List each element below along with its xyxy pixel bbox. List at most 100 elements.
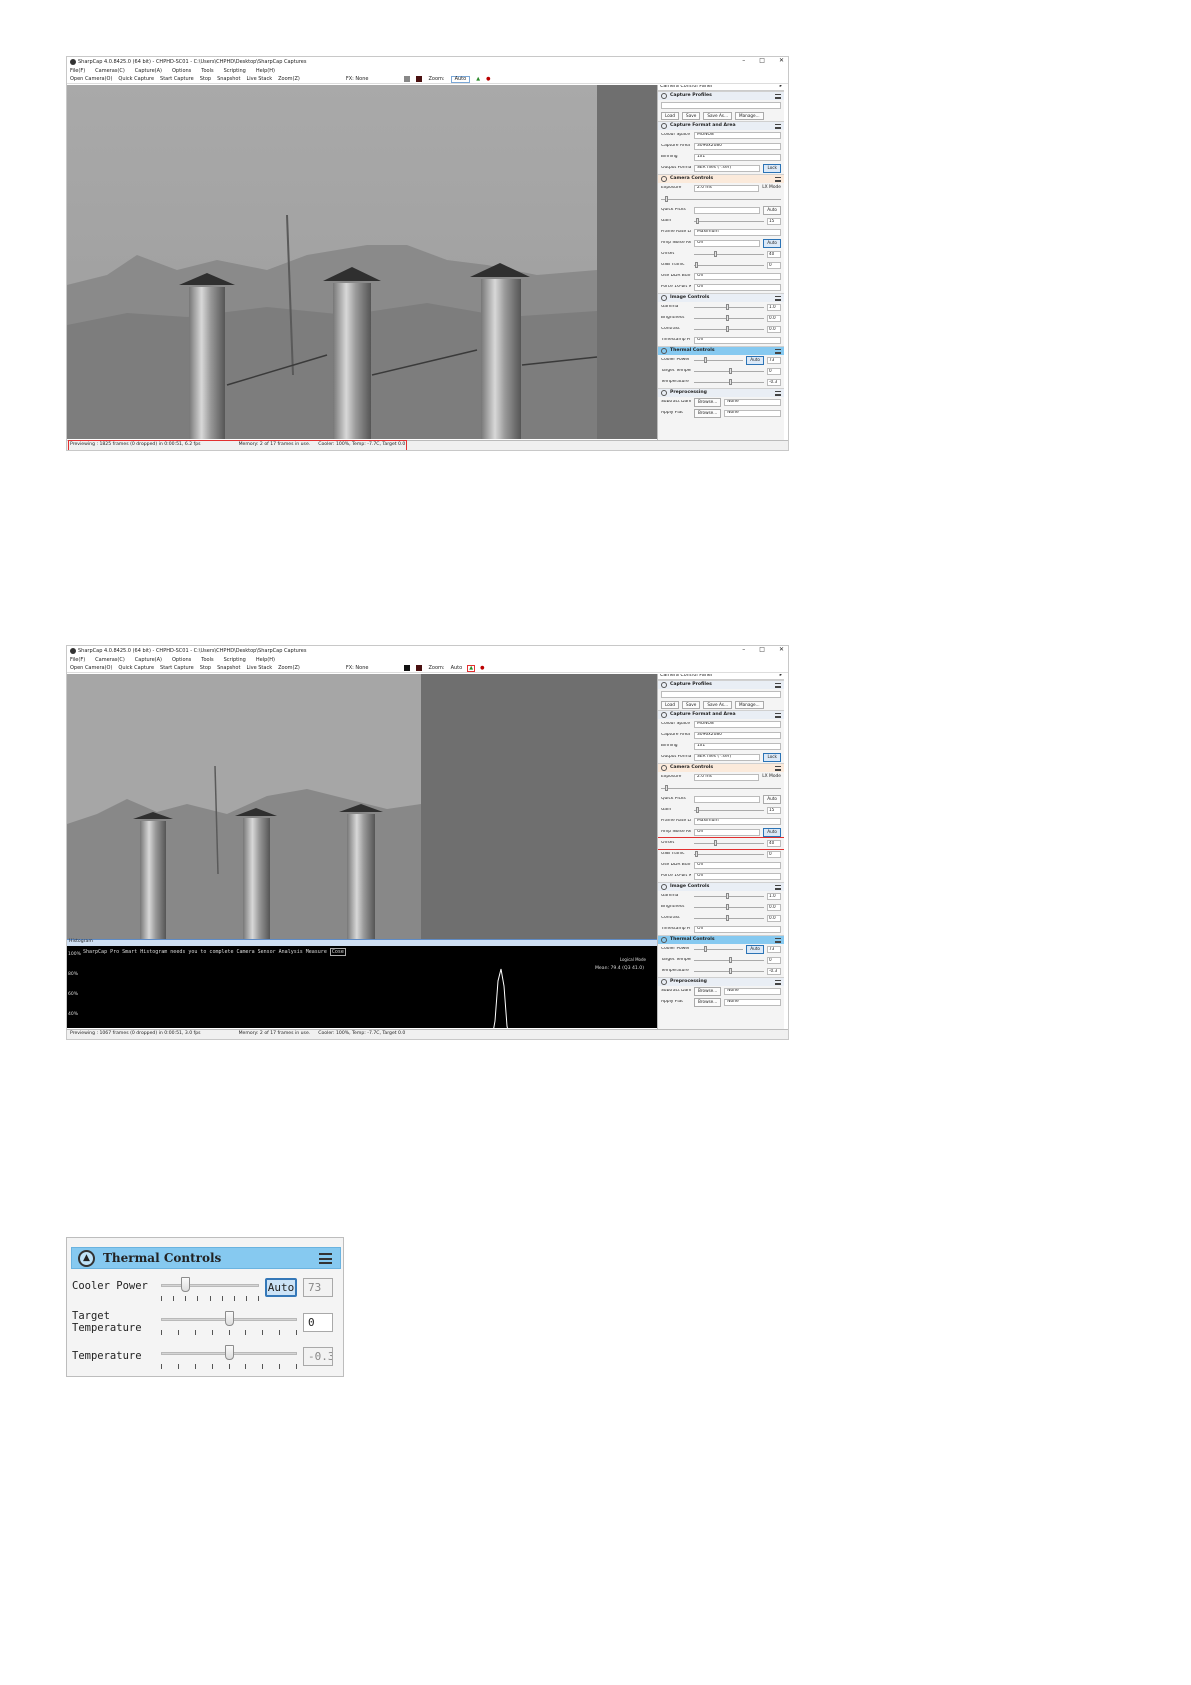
dark-select[interactable]: None bbox=[724, 988, 781, 995]
collapse-icon[interactable] bbox=[661, 765, 667, 771]
gain-value[interactable]: 15 bbox=[767, 218, 781, 225]
image-viewer[interactable] bbox=[67, 85, 658, 439]
browse-button[interactable]: Browse... bbox=[694, 987, 722, 996]
close-button[interactable]: ✕ bbox=[779, 58, 784, 64]
start-capture-button[interactable]: Start Capture bbox=[160, 665, 194, 671]
param-select[interactable]: 1x1 bbox=[694, 154, 781, 161]
image-controls-header[interactable]: Image Controls bbox=[658, 882, 784, 891]
offset-slider[interactable] bbox=[694, 251, 764, 258]
gamma-value[interactable]: 1.0 bbox=[767, 893, 781, 900]
usb-value[interactable]: 0 bbox=[767, 851, 781, 858]
browse-button[interactable]: Browse... bbox=[694, 398, 722, 407]
capture-profiles-header[interactable]: Capture Profiles bbox=[658, 91, 784, 100]
menu-icon[interactable] bbox=[775, 980, 781, 985]
amp-noise-select[interactable]: On bbox=[694, 829, 761, 836]
save-as-button[interactable]: Save As... bbox=[703, 700, 732, 710]
flat-select[interactable]: None bbox=[724, 999, 781, 1006]
slider-knob[interactable] bbox=[714, 251, 717, 257]
dark-select[interactable]: None bbox=[724, 399, 781, 406]
slider-knob[interactable] bbox=[696, 807, 699, 813]
chevron-up-icon[interactable]: ▲ bbox=[78, 1249, 95, 1267]
collapse-icon[interactable] bbox=[661, 884, 667, 890]
histogram-icon[interactable]: ▲ bbox=[476, 76, 480, 82]
menu-help[interactable]: Help(H) bbox=[256, 68, 275, 74]
lx-mode-checkbox[interactable]: LX Mode bbox=[762, 185, 781, 190]
thermal-controls-header[interactable]: ▲ Thermal Controls bbox=[71, 1247, 341, 1269]
target-temperature-slider[interactable] bbox=[161, 1311, 297, 1336]
collapse-icon[interactable] bbox=[661, 682, 667, 688]
cooler-slider[interactable] bbox=[694, 357, 744, 364]
quick-capture-button[interactable]: Quick Capture bbox=[118, 665, 154, 671]
ddr-select[interactable]: Off bbox=[694, 273, 781, 280]
slider-knob[interactable] bbox=[665, 785, 668, 791]
cooler-auto-button[interactable]: Auto bbox=[265, 1278, 297, 1297]
collapse-icon[interactable] bbox=[661, 979, 667, 985]
cooler-power-slider[interactable] bbox=[161, 1277, 259, 1302]
zoom-menu[interactable]: Zoom(Z) bbox=[278, 76, 300, 82]
stop-button[interactable]: Stop bbox=[200, 665, 211, 671]
load-button[interactable]: Load bbox=[661, 111, 680, 121]
menu-cameras[interactable]: Cameras(C) bbox=[95, 68, 125, 74]
usb-slider[interactable] bbox=[694, 851, 764, 858]
open-camera-button[interactable]: Open Camera(O) bbox=[70, 76, 112, 82]
param-select[interactable]: SER files (*.ser) bbox=[694, 165, 761, 172]
flat-select[interactable]: None bbox=[724, 410, 781, 417]
brightness-value[interactable]: 0.0 bbox=[767, 904, 781, 911]
preprocessing-header[interactable]: Preprocessing bbox=[658, 977, 784, 986]
usb-slider[interactable] bbox=[694, 262, 764, 269]
gain-slider[interactable] bbox=[694, 218, 764, 225]
target-temperature-value[interactable]: 0 bbox=[303, 1313, 333, 1332]
offset-slider[interactable] bbox=[694, 840, 764, 847]
slider-knob[interactable] bbox=[665, 196, 668, 202]
brightness-value[interactable]: 0.0 bbox=[767, 315, 781, 322]
camera-controls-header[interactable]: Camera Controls bbox=[658, 763, 784, 772]
menu-icon[interactable] bbox=[775, 938, 781, 943]
record-icon[interactable]: ● bbox=[480, 665, 484, 671]
gamma-value[interactable]: 1.0 bbox=[767, 304, 781, 311]
slider-knob[interactable] bbox=[695, 262, 698, 268]
param-select[interactable]: SER files (*.ser) bbox=[694, 754, 761, 761]
target-temp-slider[interactable] bbox=[694, 368, 764, 375]
collapse-icon[interactable] bbox=[661, 295, 667, 301]
zoom-select[interactable]: Auto bbox=[451, 665, 463, 671]
profile-select[interactable] bbox=[661, 691, 781, 698]
param-select[interactable]: 3096x2080 bbox=[694, 732, 781, 739]
force16-select[interactable]: Off bbox=[694, 284, 781, 291]
slider-knob[interactable] bbox=[180, 1277, 190, 1292]
menu-tools[interactable]: Tools bbox=[201, 657, 213, 663]
auto-button[interactable]: Auto bbox=[746, 356, 764, 365]
zoom-select[interactable]: Auto bbox=[450, 75, 471, 83]
offset-value[interactable]: 40 bbox=[767, 251, 781, 258]
auto-button[interactable]: Auto bbox=[763, 206, 781, 215]
ddr-select[interactable]: Off bbox=[694, 862, 781, 869]
snapshot-button[interactable]: Snapshot bbox=[217, 76, 240, 82]
param-select[interactable]: MONO8 bbox=[694, 721, 781, 728]
close-button[interactable]: ✕ bbox=[779, 647, 784, 653]
menu-capture[interactable]: Capture(A) bbox=[135, 657, 162, 663]
cooler-value[interactable]: 73 bbox=[767, 357, 781, 364]
browse-button[interactable]: Browse... bbox=[694, 409, 722, 418]
collapse-icon[interactable] bbox=[661, 712, 667, 718]
manage-button[interactable]: Manage... bbox=[734, 111, 764, 121]
amp-noise-select[interactable]: On bbox=[694, 240, 761, 247]
slider-knob[interactable] bbox=[725, 915, 729, 921]
auto-button[interactable]: Auto bbox=[763, 239, 781, 248]
brightness-slider[interactable] bbox=[694, 315, 764, 322]
gain-slider[interactable] bbox=[694, 807, 764, 814]
capture-format-header[interactable]: Capture Format and Area bbox=[658, 121, 784, 130]
target-temp-slider[interactable] bbox=[694, 957, 764, 964]
zoom-menu[interactable]: Zoom(Z) bbox=[278, 665, 300, 671]
menu-icon[interactable] bbox=[775, 94, 781, 99]
menu-icon[interactable] bbox=[775, 124, 781, 129]
slider-knob[interactable] bbox=[725, 904, 729, 910]
pin-icon[interactable]: ▸ bbox=[780, 85, 782, 90]
gain-value[interactable]: 15 bbox=[767, 807, 781, 814]
preprocessing-header[interactable]: Preprocessing bbox=[658, 388, 784, 397]
load-button[interactable]: Load bbox=[661, 700, 680, 710]
menu-icon[interactable] bbox=[775, 766, 781, 771]
collapse-icon[interactable] bbox=[661, 348, 667, 354]
menu-file[interactable]: File(F) bbox=[70, 68, 85, 74]
param-select[interactable]: 1x1 bbox=[694, 743, 781, 750]
display-swatch-icon[interactable] bbox=[404, 665, 411, 671]
slider-knob[interactable] bbox=[695, 851, 698, 857]
